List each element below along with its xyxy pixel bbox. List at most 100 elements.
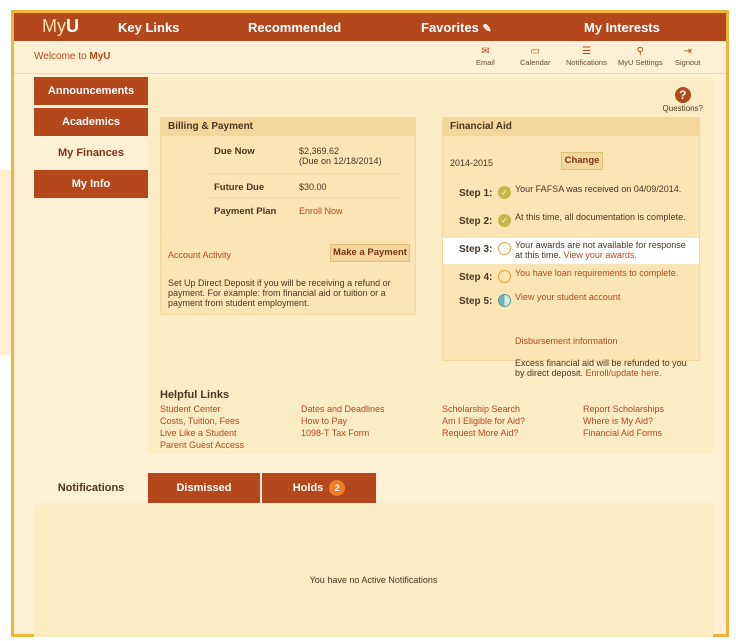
tab-holds-label: Holds xyxy=(292,482,324,494)
sidebar-item-my-info[interactable]: My Info xyxy=(34,170,148,198)
due-now-label: Due Now xyxy=(214,146,255,157)
notifications-tabs: Notifications Dismissed Holds 2 xyxy=(34,473,713,503)
aid-step-2: Step 2: ✓ At this time, all documentatio… xyxy=(443,210,699,236)
holds-count-badge: 2 xyxy=(329,480,346,496)
enroll-now-link[interactable]: Enroll Now xyxy=(299,206,343,216)
bill-row-future-due: Future Due $30.00 xyxy=(207,178,403,198)
mail-icon: ✉ xyxy=(481,46,490,57)
tab-dismissed[interactable]: Dismissed xyxy=(148,473,260,503)
link-parent-guest-access[interactable]: Parent Guest Access xyxy=(160,439,244,451)
link-am-i-eligible[interactable]: Am I Eligible for Aid? xyxy=(442,415,525,427)
aid-step-1: Step 1: ✓ Your FAFSA was received on 04/… xyxy=(443,182,699,208)
bill-row-payment-plan: Payment Plan Enroll Now xyxy=(207,202,403,222)
disbursement-link[interactable]: Disbursement information xyxy=(515,336,618,346)
financial-aid-title: Financial Aid xyxy=(443,118,699,136)
step-label: Step 2: xyxy=(459,216,493,227)
settings-label: MyU Settings xyxy=(618,58,663,67)
helpful-links-title: Helpful Links xyxy=(160,389,230,401)
billing-payment-box: Billing & Payment Due Now $2,369.62 (Due … xyxy=(160,117,416,315)
check-circle-icon: ✓ xyxy=(498,186,511,199)
enroll-update-link[interactable]: Enroll/update here. xyxy=(586,368,662,378)
nav-my-interests[interactable]: My Interests xyxy=(584,20,660,35)
future-due-value: $30.00 xyxy=(299,182,327,192)
sidebar-item-announcements[interactable]: Announcements xyxy=(34,77,148,105)
link-1098t-tax-form[interactable]: 1098-T Tax Form xyxy=(301,427,385,439)
link-costs-tuition-fees[interactable]: Costs, Tuition, Fees xyxy=(160,415,244,427)
helpful-links: Helpful Links Student Center Costs, Tuit… xyxy=(160,389,700,450)
payment-plan-label: Payment Plan xyxy=(214,206,277,217)
link-request-more-aid[interactable]: Request More Aid? xyxy=(442,427,525,439)
sidebar: Announcements Academics My Finances My I… xyxy=(34,77,148,201)
step-label: Step 1: xyxy=(459,188,493,199)
pencil-icon[interactable]: ✎ xyxy=(482,23,491,35)
notifications-link[interactable]: ☰ Notifications xyxy=(566,46,607,68)
link-where-is-my-aid[interactable]: Where is My Aid? xyxy=(583,415,664,427)
helpful-links-col-4: Report Scholarships Where is My Aid? Fin… xyxy=(583,403,664,439)
notifications-panel: You have no Active Notifications xyxy=(34,503,713,637)
question-icon: ? xyxy=(674,87,691,103)
open-circle-icon xyxy=(498,270,511,283)
aid-step-3: Step 3: Your awards are not available fo… xyxy=(443,238,699,264)
open-circle-icon xyxy=(498,242,511,255)
email-link[interactable]: ✉ Email xyxy=(476,46,495,68)
link-scholarship-search[interactable]: Scholarship Search xyxy=(442,403,525,415)
notifications-label: Notifications xyxy=(566,58,607,67)
tab-notifications[interactable]: Notifications xyxy=(34,473,148,503)
future-due-label: Future Due xyxy=(214,182,265,193)
step-label: Step 4: xyxy=(459,272,493,283)
sidebar-item-my-finances[interactable]: My Finances xyxy=(34,139,148,167)
link-financial-aid-forms[interactable]: Financial Aid Forms xyxy=(583,427,664,439)
make-payment-button[interactable]: Make a Payment xyxy=(330,244,410,262)
nav-key-links[interactable]: Key Links xyxy=(118,20,179,35)
nav-recommended[interactable]: Recommended xyxy=(248,20,341,35)
student-account-link[interactable]: View your student account xyxy=(515,292,620,302)
bill-row-due-now: Due Now $2,369.62 (Due on 12/18/2014) xyxy=(207,146,403,174)
email-label: Email xyxy=(476,58,495,67)
step-label: Step 3: xyxy=(459,244,493,255)
helpful-links-col-1: Student Center Costs, Tuition, Fees Live… xyxy=(160,403,244,451)
link-live-like-a-student[interactable]: Live Like a Student xyxy=(160,427,244,439)
helpful-links-col-3: Scholarship Search Am I Eligible for Aid… xyxy=(442,403,525,439)
calendar-icon: ▭ xyxy=(530,46,540,57)
myu-settings-link[interactable]: ⚲ MyU Settings xyxy=(618,46,663,68)
main-panel: ? Questions? Billing & Payment Due Now $… xyxy=(148,77,713,454)
billing-title: Billing & Payment xyxy=(161,118,415,136)
calendar-link[interactable]: ▭ Calendar xyxy=(520,46,551,68)
due-now-value: $2,369.62 (Due on 12/18/2014) xyxy=(299,146,382,166)
aid-year: 2014-2015 xyxy=(450,158,494,168)
step-text: Your FAFSA was received on 04/09/2014. xyxy=(515,184,682,194)
link-dates-and-deadlines[interactable]: Dates and Deadlines xyxy=(301,403,385,415)
link-how-to-pay[interactable]: How to Pay xyxy=(301,415,385,427)
no-notifications-text: You have no Active Notifications xyxy=(309,575,438,585)
aid-step-4: Step 4: You have loan requirements to co… xyxy=(443,266,699,292)
link-student-center[interactable]: Student Center xyxy=(160,403,244,415)
excess-aid-text: Excess financial aid will be refunded to… xyxy=(515,358,687,378)
step-text: At this time, all documentation is compl… xyxy=(515,212,686,222)
person-icon: ⚲ xyxy=(636,46,644,57)
top-nav-bar: MyU Key Links Recommended Favorites ✎ My… xyxy=(14,13,726,41)
tab-holds[interactable]: Holds 2 xyxy=(262,473,376,503)
step-text: Your awards are not available for respon… xyxy=(515,240,686,260)
signout-link[interactable]: ⇥ Signout xyxy=(675,47,701,68)
check-circle-icon: ✓ xyxy=(498,214,511,227)
step-label: Step 5: xyxy=(459,296,493,307)
questions-link[interactable]: ? Questions? xyxy=(663,87,703,113)
half-circle-icon xyxy=(498,294,511,307)
helpful-links-col-2: Dates and Deadlines How to Pay 1098-T Ta… xyxy=(301,403,385,439)
direct-deposit-text[interactable]: Set Up Direct Deposit if you will be rec… xyxy=(168,278,408,308)
link-report-scholarships[interactable]: Report Scholarships xyxy=(583,403,664,415)
calendar-label: Calendar xyxy=(520,58,551,67)
subheader: Welcome to MyU ✉ Email ▭ Calendar ☰ Noti… xyxy=(14,41,726,74)
signout-label: Signout xyxy=(675,58,701,67)
sidebar-item-academics[interactable]: Academics xyxy=(34,108,148,136)
myu-window: MyU Key Links Recommended Favorites ✎ My… xyxy=(11,10,729,637)
nav-favorites[interactable]: Favorites ✎ xyxy=(421,20,492,35)
change-year-button[interactable]: Change xyxy=(561,152,603,170)
list-icon: ☰ xyxy=(581,46,591,57)
step-text: You have loan requirements to complete. xyxy=(515,268,695,278)
nav-favorites-label: Favorites xyxy=(421,20,479,35)
loan-requirements-link[interactable]: You have loan requirements to complete. xyxy=(515,268,678,278)
myu-logo[interactable]: MyU xyxy=(42,16,79,37)
account-activity-link[interactable]: Account Activity xyxy=(168,250,231,260)
view-awards-link[interactable]: View your awards. xyxy=(564,250,637,260)
